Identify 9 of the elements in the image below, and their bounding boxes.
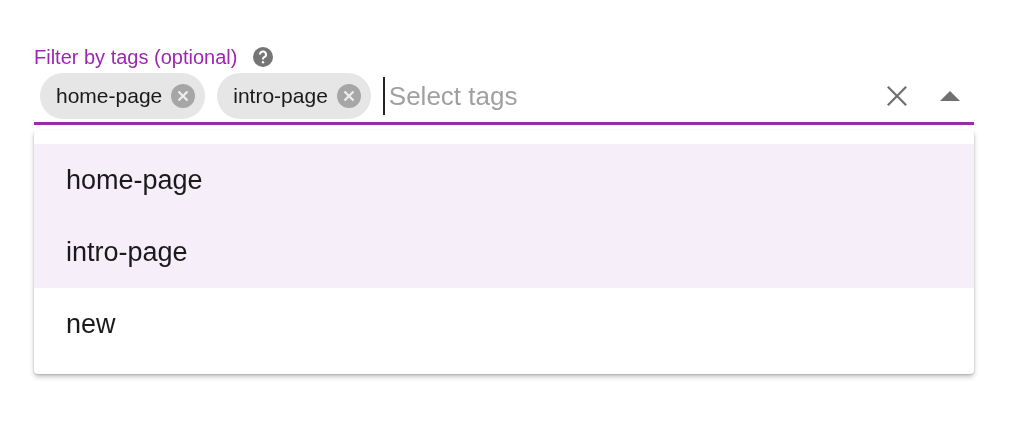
menu-option[interactable]: home-page xyxy=(34,144,974,216)
help-icon[interactable] xyxy=(253,47,274,67)
menu-option[interactable]: intro-page xyxy=(34,216,974,288)
tag-chip[interactable]: home-page xyxy=(40,73,206,119)
close-icon[interactable] xyxy=(886,85,908,107)
tag-chip[interactable]: intro-page xyxy=(217,73,371,119)
caret-icon[interactable] xyxy=(940,91,960,101)
field-label: Filter by tags (optional) xyxy=(34,45,238,69)
menu-option[interactable]: new xyxy=(34,288,974,360)
